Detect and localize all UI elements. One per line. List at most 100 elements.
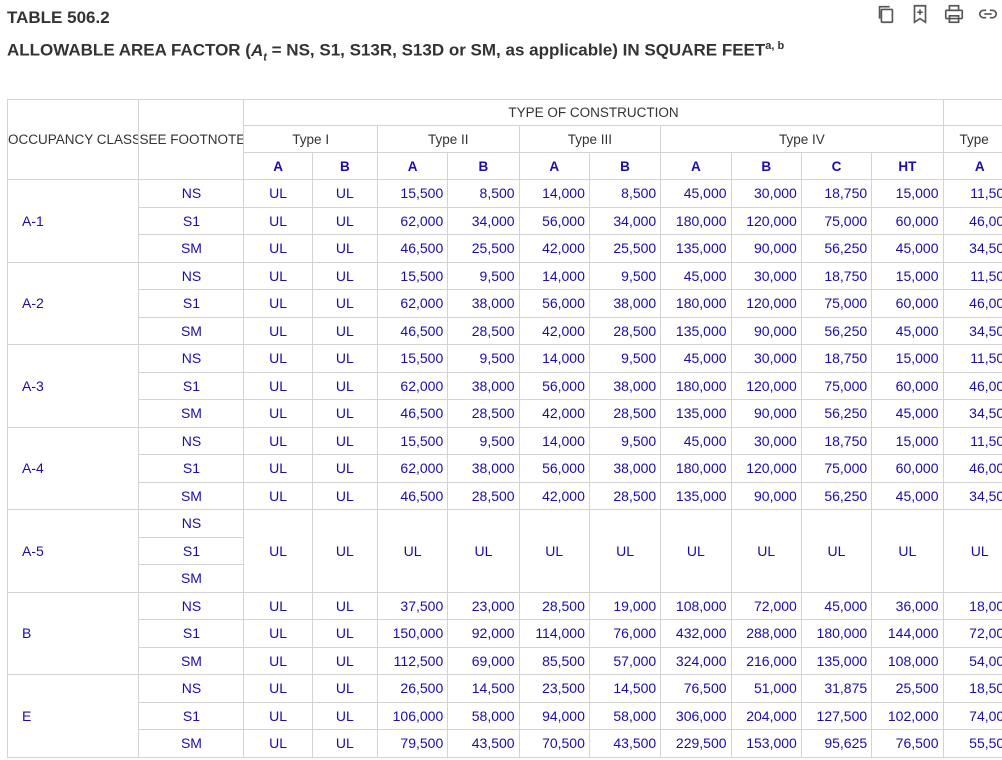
- area-value-cell[interactable]: 180,000: [660, 454, 732, 483]
- area-value-cell[interactable]: 30,000: [730, 344, 802, 373]
- area-value-cell[interactable]: 60,000: [871, 454, 944, 483]
- area-value-cell[interactable]: 38,000: [447, 371, 520, 400]
- area-value-cell[interactable]: 75,000: [800, 206, 873, 235]
- area-value-cell[interactable]: 15,500: [376, 261, 449, 290]
- area-value-cell[interactable]: 42,000: [518, 234, 590, 263]
- area-value-cell[interactable]: 180,000: [660, 289, 732, 318]
- area-value-cell[interactable]: 28,500: [447, 316, 520, 345]
- area-value-cell[interactable]: 60,000: [871, 206, 944, 235]
- area-value-cell[interactable]: 18,500: [942, 674, 1002, 703]
- area-value-cell[interactable]: 56,000: [518, 289, 590, 318]
- area-value-cell[interactable]: 34,500: [942, 399, 1002, 428]
- area-value-cell[interactable]: 62,000: [376, 454, 449, 483]
- area-value-cell[interactable]: 106,000: [376, 701, 449, 730]
- area-value-cell[interactable]: 9,500: [447, 261, 520, 290]
- area-value-cell[interactable]: UL: [311, 206, 378, 235]
- area-value-cell[interactable]: 79,500: [376, 729, 449, 758]
- area-value-cell[interactable]: 30,000: [730, 261, 802, 290]
- area-value-cell[interactable]: 15,000: [871, 179, 944, 208]
- area-value-cell[interactable]: 58,000: [447, 701, 520, 730]
- area-value-cell[interactable]: 46,000: [942, 206, 1002, 235]
- area-value-cell[interactable]: UL: [311, 454, 378, 483]
- area-value-cell[interactable]: 9,500: [588, 344, 662, 373]
- area-value-cell[interactable]: 15,000: [871, 426, 944, 455]
- area-value-cell[interactable]: 135,000: [660, 481, 732, 510]
- area-value-cell[interactable]: 28,500: [447, 399, 520, 428]
- footnote-cell[interactable]: SM: [138, 399, 245, 428]
- area-value-cell[interactable]: 9,500: [447, 426, 520, 455]
- area-value-cell[interactable]: 153,000: [730, 729, 802, 758]
- footnote-cell[interactable]: NS: [138, 179, 245, 208]
- occupancy-cell[interactable]: A-3: [7, 344, 140, 428]
- link-icon[interactable]: [976, 2, 1000, 26]
- area-value-cell[interactable]: 23,500: [518, 674, 590, 703]
- area-value-cell[interactable]: 45,000: [660, 179, 732, 208]
- footnote-cell[interactable]: S1: [138, 619, 245, 648]
- area-value-cell[interactable]: 70,500: [518, 729, 590, 758]
- area-value-cell[interactable]: 204,000: [730, 701, 802, 730]
- area-value-cell[interactable]: UL: [311, 179, 378, 208]
- footnote-cell[interactable]: NS: [138, 591, 245, 620]
- footnote-cell[interactable]: S1: [138, 289, 245, 318]
- area-value-cell[interactable]: 15,500: [376, 426, 449, 455]
- area-value-cell[interactable]: 26,500: [376, 674, 449, 703]
- area-value-cell[interactable]: 15,000: [871, 344, 944, 373]
- area-value-cell[interactable]: 180,000: [660, 206, 732, 235]
- area-value-cell[interactable]: 72,000: [942, 619, 1002, 648]
- area-value-cell[interactable]: 120,000: [730, 206, 802, 235]
- area-value-cell[interactable]: UL: [942, 509, 1002, 593]
- area-value-cell[interactable]: 14,500: [588, 674, 662, 703]
- area-value-cell[interactable]: UL: [311, 261, 378, 290]
- area-value-cell[interactable]: 60,000: [871, 371, 944, 400]
- area-value-cell[interactable]: 45,000: [660, 344, 732, 373]
- area-value-cell[interactable]: UL: [243, 591, 313, 620]
- footnote-cell[interactable]: S1: [138, 536, 245, 565]
- occupancy-cell[interactable]: A-5: [7, 509, 140, 593]
- area-value-cell[interactable]: 46,000: [942, 289, 1002, 318]
- area-value-cell[interactable]: 9,500: [588, 426, 662, 455]
- occupancy-cell[interactable]: E: [7, 674, 140, 758]
- area-value-cell[interactable]: UL: [660, 509, 732, 593]
- area-value-cell[interactable]: 25,500: [447, 234, 520, 263]
- area-value-cell[interactable]: UL: [871, 509, 944, 593]
- area-value-cell[interactable]: 288,000: [730, 619, 802, 648]
- occupancy-cell[interactable]: B: [7, 591, 140, 675]
- area-value-cell[interactable]: UL: [243, 399, 313, 428]
- area-value-cell[interactable]: 38,000: [447, 454, 520, 483]
- area-value-cell[interactable]: 38,000: [588, 371, 662, 400]
- area-value-cell[interactable]: UL: [311, 371, 378, 400]
- area-value-cell[interactable]: 144,000: [871, 619, 944, 648]
- area-value-cell[interactable]: 90,000: [730, 316, 802, 345]
- area-value-cell[interactable]: 46,500: [376, 399, 449, 428]
- copy-icon[interactable]: [874, 2, 898, 26]
- area-value-cell[interactable]: 45,000: [660, 261, 732, 290]
- footnote-cell[interactable]: SM: [138, 564, 245, 593]
- footnote-cell[interactable]: S1: [138, 206, 245, 235]
- footnote-cell[interactable]: SM: [138, 316, 245, 345]
- area-value-cell[interactable]: 18,750: [800, 179, 873, 208]
- area-value-cell[interactable]: 85,500: [518, 646, 590, 675]
- area-value-cell[interactable]: 135,000: [660, 234, 732, 263]
- area-value-cell[interactable]: 57,000: [588, 646, 662, 675]
- area-value-cell[interactable]: UL: [311, 701, 378, 730]
- area-value-cell[interactable]: 11,500: [942, 261, 1002, 290]
- area-value-cell[interactable]: 135,000: [660, 399, 732, 428]
- area-value-cell[interactable]: 108,000: [660, 591, 732, 620]
- area-value-cell[interactable]: UL: [243, 261, 313, 290]
- area-value-cell[interactable]: 15,500: [376, 179, 449, 208]
- area-value-cell[interactable]: 112,500: [376, 646, 449, 675]
- area-value-cell[interactable]: 180,000: [660, 371, 732, 400]
- area-value-cell[interactable]: 60,000: [871, 289, 944, 318]
- area-value-cell[interactable]: 46,500: [376, 316, 449, 345]
- area-value-cell[interactable]: 38,000: [588, 289, 662, 318]
- area-value-cell[interactable]: 56,250: [800, 316, 873, 345]
- area-value-cell[interactable]: 45,000: [871, 481, 944, 510]
- area-value-cell[interactable]: 28,500: [447, 481, 520, 510]
- area-value-cell[interactable]: UL: [447, 509, 520, 593]
- area-value-cell[interactable]: 432,000: [660, 619, 732, 648]
- area-value-cell[interactable]: 45,000: [871, 234, 944, 263]
- area-value-cell[interactable]: 37,500: [376, 591, 449, 620]
- area-value-cell[interactable]: UL: [311, 509, 378, 593]
- area-value-cell[interactable]: 55,500: [942, 729, 1002, 758]
- area-value-cell[interactable]: 18,750: [800, 426, 873, 455]
